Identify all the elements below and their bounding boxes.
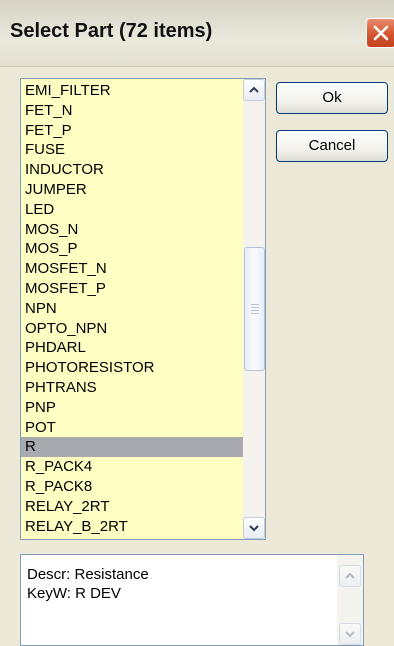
chevron-up-icon bbox=[249, 86, 259, 93]
scroll-down-button[interactable] bbox=[243, 517, 265, 539]
ok-button[interactable]: Ok bbox=[276, 82, 388, 114]
scroll-thumb[interactable] bbox=[244, 247, 265, 371]
list-item[interactable]: RELAY_B_2RT bbox=[21, 517, 243, 537]
list-item[interactable]: EMI_FILTER bbox=[21, 81, 243, 101]
list-item[interactable]: R_PACK8 bbox=[21, 477, 243, 497]
list-item[interactable]: FUSE bbox=[21, 140, 243, 160]
list-item[interactable]: PHTRANS bbox=[21, 378, 243, 398]
chevron-down-icon bbox=[345, 631, 355, 638]
title-bar: Select Part (72 items) bbox=[0, 0, 394, 67]
grip-lines-icon bbox=[251, 304, 259, 314]
cancel-button[interactable]: Cancel bbox=[276, 130, 388, 162]
chevron-up-icon bbox=[345, 572, 355, 579]
list-item[interactable]: LED bbox=[21, 200, 243, 220]
description-scrollbar[interactable] bbox=[337, 555, 363, 645]
list-item[interactable]: NPN bbox=[21, 299, 243, 319]
part-list-items: EMI_FILTER FET_N FET_P FUSE INDUCTOR JUMPER LE… bbox=[21, 81, 243, 536]
part-listbox[interactable]: EMI_FILTER FET_N FET_P FUSE INDUCTOR JUMPER LE… bbox=[20, 78, 266, 540]
list-item[interactable]: MOS_N bbox=[21, 220, 243, 240]
list-item[interactable]: MOSFET_N bbox=[21, 259, 243, 279]
desc-scroll-down-button[interactable] bbox=[339, 623, 361, 645]
select-part-dialog: Select Part (72 items) EMI_FILTER FET_N FE… bbox=[0, 0, 394, 646]
scroll-up-button[interactable] bbox=[243, 79, 265, 101]
list-item[interactable]: MOSFET_P bbox=[21, 279, 243, 299]
list-item[interactable]: JUMPER bbox=[21, 180, 243, 200]
list-item[interactable]: R_PACK4 bbox=[21, 457, 243, 477]
chevron-down-icon bbox=[249, 525, 259, 532]
list-scrollbar[interactable] bbox=[243, 79, 265, 539]
desc-scroll-up-button[interactable] bbox=[339, 565, 361, 587]
description-box[interactable]: Descr: Resistance KeyW: R DEV bbox=[20, 554, 364, 646]
list-item[interactable]: OPTO_NPN bbox=[21, 319, 243, 339]
list-item[interactable]: FET_P bbox=[21, 121, 243, 141]
list-item[interactable]: MOS_P bbox=[21, 239, 243, 259]
keyword-line: KeyW: R DEV bbox=[27, 585, 121, 602]
description-line: Descr: Resistance bbox=[27, 566, 149, 583]
list-item[interactable]: RELAY_2RT bbox=[21, 497, 243, 517]
list-item[interactable]: R bbox=[21, 437, 243, 458]
description-text: Descr: Resistance KeyW: R DEV bbox=[27, 565, 149, 603]
list-item[interactable]: INDUCTOR bbox=[21, 160, 243, 180]
close-button[interactable] bbox=[366, 18, 394, 48]
list-item[interactable]: PHOTORESISTOR bbox=[21, 358, 243, 378]
close-x-icon bbox=[373, 25, 389, 41]
list-item[interactable]: PNP bbox=[21, 398, 243, 418]
list-item[interactable]: FET_N bbox=[21, 101, 243, 121]
list-item[interactable]: PHDARL bbox=[21, 338, 243, 358]
dialog-title: Select Part (72 items) bbox=[10, 20, 213, 42]
list-item[interactable]: POT bbox=[21, 418, 243, 438]
